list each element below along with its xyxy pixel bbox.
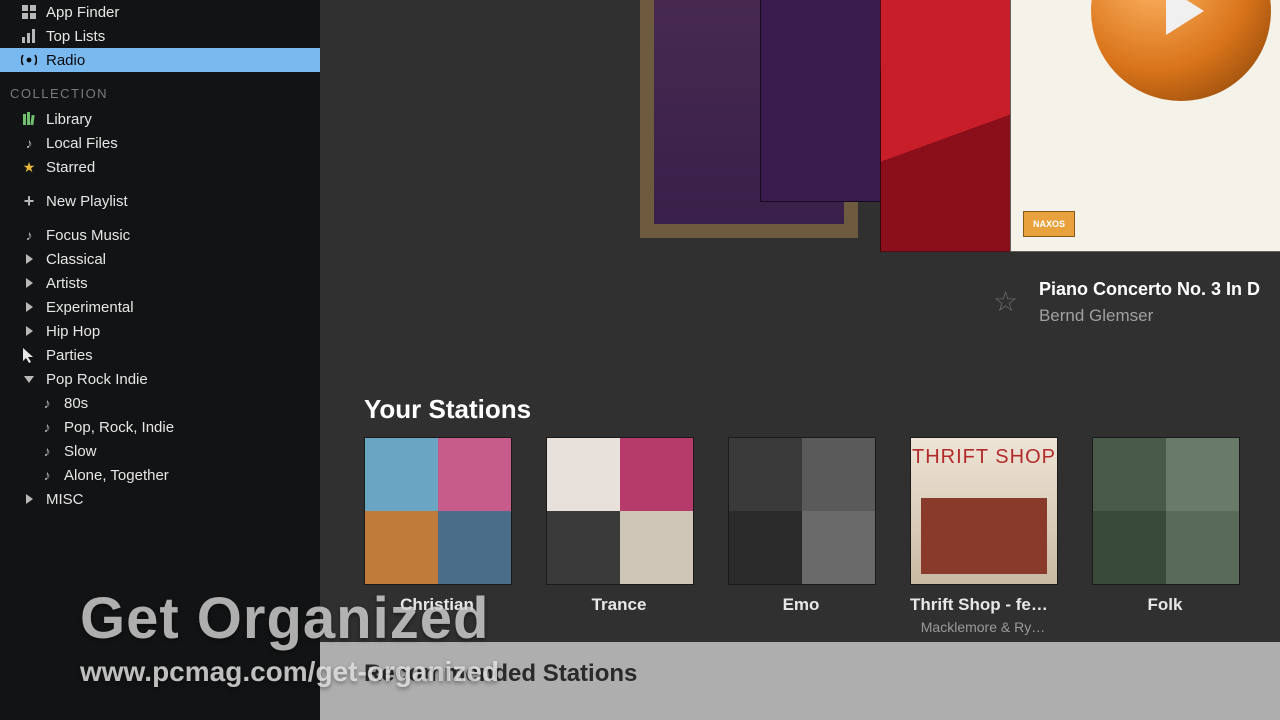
station-artwork	[1092, 437, 1240, 585]
playlist-item-label: MISC	[46, 491, 84, 508]
sidebar-header-collection: COLLECTION	[0, 72, 320, 107]
music-note-icon	[38, 442, 56, 460]
sidebar-item-radio[interactable]: Radio	[0, 48, 320, 72]
sidebar-item-label: Library	[46, 111, 92, 128]
star-icon	[20, 158, 38, 176]
now-playing-info: ☆ Piano Concerto No. 3 In D Bernd Glemse…	[1039, 279, 1260, 326]
playlist-item[interactable]: Pop, Rock, Indie	[0, 415, 320, 439]
station-artwork-text: THRIFT SHOP	[911, 446, 1057, 469]
sidebar-item-local-files[interactable]: Local Files	[0, 131, 320, 155]
new-playlist-button[interactable]: + New Playlist	[0, 189, 320, 213]
sidebar-item-label: Radio	[46, 52, 85, 69]
playlist-item-label: Classical	[46, 251, 106, 268]
station-artwork: THRIFT SHOP	[910, 437, 1058, 585]
music-note-icon	[38, 394, 56, 412]
station-title: Thrift Shop - fea…	[910, 595, 1056, 615]
station-artwork	[546, 437, 694, 585]
playlist-item[interactable]: Parties	[0, 343, 320, 367]
your-stations-row: Christian Trance Emo THRIFT SHOP Thrift Shop…	[320, 437, 1280, 635]
playlist-item[interactable]: Hip Hop	[0, 319, 320, 343]
playlist-item-label: Experimental	[46, 299, 134, 316]
playlist-item-label: Alone, Together	[64, 467, 169, 484]
now-playing-title: Piano Concerto No. 3 In D	[1039, 279, 1260, 300]
station-title: Folk	[1092, 595, 1238, 615]
playlist-item[interactable]: Classical	[0, 247, 320, 271]
playlist-item[interactable]: 80s	[0, 391, 320, 415]
station-tile[interactable]: Folk	[1092, 437, 1238, 635]
cursor-icon	[20, 346, 38, 364]
radio-icon	[20, 51, 38, 69]
playlist-item[interactable]: Alone, Together	[0, 463, 320, 487]
bars-icon	[20, 27, 38, 45]
chevron-right-icon	[20, 322, 38, 340]
music-note-icon	[38, 466, 56, 484]
sidebar-item-label: Starred	[46, 159, 95, 176]
station-tile[interactable]: Trance	[546, 437, 692, 635]
sidebar-item-library[interactable]: Library	[0, 107, 320, 131]
station-title: Trance	[546, 595, 692, 615]
playlist-item-label: Pop Rock Indie	[46, 371, 148, 388]
star-outline-icon[interactable]: ☆	[993, 285, 1018, 318]
playlist-item-label: Focus Music	[46, 227, 130, 244]
chevron-down-icon	[20, 370, 38, 388]
station-tile[interactable]: Emo	[728, 437, 874, 635]
playlist-item-label: 80s	[64, 395, 88, 412]
playlist-item[interactable]: Experimental	[0, 295, 320, 319]
play-button[interactable]	[1091, 0, 1271, 101]
playlist-item-label: Slow	[64, 443, 97, 460]
playlist-item[interactable]: Slow	[0, 439, 320, 463]
playlist-item-label: Parties	[46, 347, 93, 364]
playlist-item[interactable]: Focus Music	[0, 223, 320, 247]
music-note-icon	[20, 134, 38, 152]
playlist-item[interactable]: MISC	[0, 487, 320, 511]
main-content: NAXOS ☆ Piano Concerto No. 3 In D Bernd …	[320, 0, 1280, 720]
station-artwork	[728, 437, 876, 585]
chevron-right-icon	[20, 274, 38, 292]
playlists-list: Focus Music Classical Artists Experimental H…	[0, 223, 320, 511]
sidebar-item-label: Local Files	[46, 135, 118, 152]
sidebar-item-label: New Playlist	[46, 193, 128, 210]
station-tile[interactable]: Christian	[364, 437, 510, 635]
chevron-right-icon	[20, 298, 38, 316]
sidebar: App Finder Top Lists Radio COLLECTION Li…	[0, 0, 320, 720]
grid-icon	[20, 3, 38, 21]
recommended-section: Recommended Stations	[320, 642, 1280, 720]
chevron-right-icon	[20, 250, 38, 268]
sidebar-item-label: App Finder	[46, 4, 119, 21]
music-note-icon	[20, 226, 38, 244]
library-icon	[20, 110, 38, 128]
now-playing-artist: Bernd Glemser	[1039, 306, 1260, 326]
music-note-icon	[38, 418, 56, 436]
your-stations-header: Your Stations	[320, 370, 1280, 437]
chevron-right-icon	[20, 490, 38, 508]
playlist-item-label: Artists	[46, 275, 88, 292]
sidebar-item-app-finder[interactable]: App Finder	[0, 0, 320, 24]
naxos-badge: NAXOS	[1023, 211, 1075, 237]
playlist-item-label: Pop, Rock, Indie	[64, 419, 174, 436]
station-title: Emo	[728, 595, 874, 615]
sidebar-item-label: Top Lists	[46, 28, 105, 45]
plus-icon: +	[20, 192, 38, 210]
sidebar-item-top-lists[interactable]: Top Lists	[0, 24, 320, 48]
playlist-item-label: Hip Hop	[46, 323, 100, 340]
station-tile[interactable]: THRIFT SHOP Thrift Shop - fea… Macklemore …	[910, 437, 1056, 635]
album-cover-current[interactable]: NAXOS	[1010, 0, 1280, 252]
sidebar-item-starred[interactable]: Starred	[0, 155, 320, 179]
station-subtitle: Macklemore & Ry…	[910, 619, 1056, 635]
station-title: Christian	[364, 595, 510, 615]
station-artwork	[364, 437, 512, 585]
now-playing-hero: NAXOS ☆ Piano Concerto No. 3 In D Bernd …	[320, 0, 1280, 370]
play-icon	[1166, 0, 1204, 35]
playlist-item[interactable]: Artists	[0, 271, 320, 295]
playlist-item[interactable]: Pop Rock Indie	[0, 367, 320, 391]
recommended-header: Recommended Stations	[320, 642, 1280, 688]
